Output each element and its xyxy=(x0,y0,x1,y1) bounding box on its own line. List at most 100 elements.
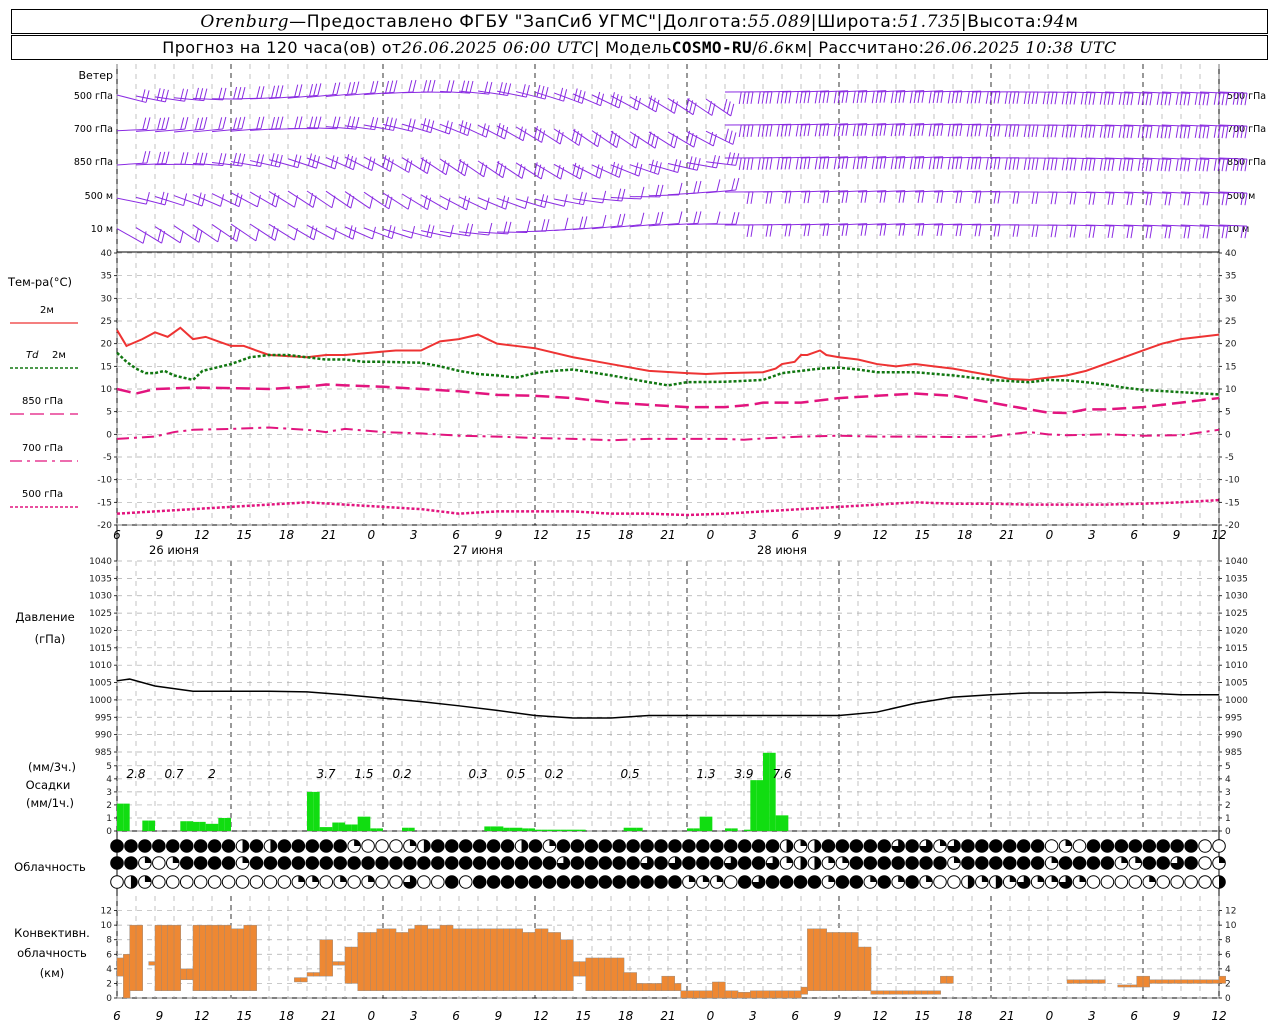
wind-barb-feather xyxy=(959,223,963,237)
cloud-circle xyxy=(263,875,278,889)
wind-barb-feather xyxy=(408,80,413,93)
cloud-quarter xyxy=(1065,839,1072,846)
wind-barb-feather xyxy=(940,123,944,136)
wind-barb-feather xyxy=(1149,126,1153,139)
precip-bar xyxy=(535,829,542,831)
wind-barb-feather xyxy=(260,116,265,129)
wind-barb-feather xyxy=(860,223,864,236)
wind-barb-feather xyxy=(1164,159,1168,172)
x-tick-label: 18 xyxy=(957,1009,973,1023)
cloud-symbol xyxy=(305,875,320,889)
cloud-circle xyxy=(1142,856,1157,870)
cloud-circle xyxy=(1156,875,1171,889)
wind-barb-feather xyxy=(1183,226,1187,239)
wind-barb-feather xyxy=(959,123,963,137)
wind-barb-feather xyxy=(750,224,754,237)
cloud-symbol xyxy=(737,875,752,889)
wind-barb-feather xyxy=(352,227,357,240)
cloud-symbol xyxy=(458,839,473,853)
wind-barb-feather xyxy=(750,157,754,170)
wind-barb-feather xyxy=(909,91,913,104)
cloud-symbol xyxy=(1156,839,1171,853)
cloud-circle xyxy=(431,856,445,870)
convective-bar xyxy=(439,924,447,991)
wind-barb-feather xyxy=(1035,124,1039,138)
cloud-circle xyxy=(556,875,571,889)
wind-barb-feather xyxy=(274,228,279,241)
cloud-circle xyxy=(779,875,794,889)
date-label: 26 июня xyxy=(149,543,199,557)
wind-barb-feather xyxy=(355,81,360,94)
cloud-circle xyxy=(500,875,515,889)
cloud-symbol xyxy=(933,875,947,889)
wind-barb-feather xyxy=(1164,193,1168,206)
wind-barb-feather xyxy=(898,156,902,169)
wind-barb-feather xyxy=(1027,91,1031,105)
wind-barb-feather xyxy=(1050,125,1054,138)
wind-barb-feather xyxy=(179,230,184,243)
cloud-circle xyxy=(612,875,626,889)
cloud-symbol xyxy=(877,875,892,889)
wind-barb-feather xyxy=(769,157,773,170)
cloud-circle xyxy=(152,875,166,889)
wind-barb-feather xyxy=(180,117,185,130)
cloud-symbol xyxy=(235,856,250,870)
cloud-circle xyxy=(472,839,487,853)
y-tick-label-left: 20 xyxy=(101,340,113,350)
cloud-symbol xyxy=(431,839,445,853)
cloud-symbol xyxy=(723,875,738,889)
wind-barb-feather xyxy=(199,117,204,130)
convective-bar xyxy=(294,977,302,983)
precip-bar xyxy=(560,829,567,831)
wind-barb-feather xyxy=(1145,226,1149,239)
wind-barb-feather xyxy=(426,224,431,237)
cloud-symbol xyxy=(947,856,961,870)
cloud-symbol xyxy=(989,856,1003,870)
wind-barb-feather xyxy=(544,86,549,100)
wind-barb-feather xyxy=(1050,225,1054,238)
wind-barb-feather xyxy=(803,191,807,204)
y-tick-label-right: 40 xyxy=(1225,249,1237,259)
wind-barb-feather xyxy=(678,182,683,195)
x-tick-label: 3 xyxy=(1088,528,1096,542)
wind-barb-feather xyxy=(1080,158,1084,171)
wind-barb-feather xyxy=(1069,125,1073,138)
convective-row-title3: (км) xyxy=(40,966,65,980)
wind-barb-feather xyxy=(145,90,150,103)
wind-level-label-left: 500 м xyxy=(85,191,113,202)
wind-barb-feather xyxy=(765,91,769,104)
wind-barb-feather xyxy=(1137,92,1141,105)
cloud-symbol xyxy=(626,875,640,889)
convective-bar xyxy=(389,928,397,991)
wind-barb-feather xyxy=(822,123,826,137)
precip-bar xyxy=(402,827,409,831)
cloud-circle xyxy=(710,839,724,853)
convective-bar xyxy=(1092,979,1100,984)
wind-barb-feather xyxy=(1187,193,1191,206)
cloud-symbol xyxy=(333,856,347,870)
cloud-circle xyxy=(961,839,975,853)
wind-barb-feather xyxy=(1126,92,1130,106)
wind-barb-feather xyxy=(1111,92,1115,106)
cloud-circle xyxy=(528,856,543,870)
cloud-symbol xyxy=(221,839,236,853)
cloud-symbol xyxy=(138,856,152,870)
convective-bar xyxy=(629,972,637,991)
wind-barb-feather xyxy=(761,91,765,104)
wind-barb-feather xyxy=(826,223,830,236)
cloud-quarter xyxy=(1135,856,1142,863)
cloud-circle xyxy=(863,839,878,853)
wind-barb-feather xyxy=(194,227,199,241)
precip-label: 3.7 xyxy=(316,767,335,781)
wind-barb-feather xyxy=(1107,192,1111,205)
cloud-row-title: Облачность xyxy=(14,860,86,874)
cloud-symbol xyxy=(458,856,473,870)
cloud-symbol xyxy=(1184,875,1198,889)
y-tick-label-right: 0 xyxy=(1225,827,1231,837)
cloud-symbol xyxy=(110,856,124,870)
wind-barb-feather xyxy=(890,124,894,137)
wind-barb-feather xyxy=(974,91,978,104)
legend-label-t500: 500 гПа xyxy=(22,489,63,500)
wind-barb-feather xyxy=(1145,93,1149,106)
wind-barb-feather xyxy=(146,150,151,164)
